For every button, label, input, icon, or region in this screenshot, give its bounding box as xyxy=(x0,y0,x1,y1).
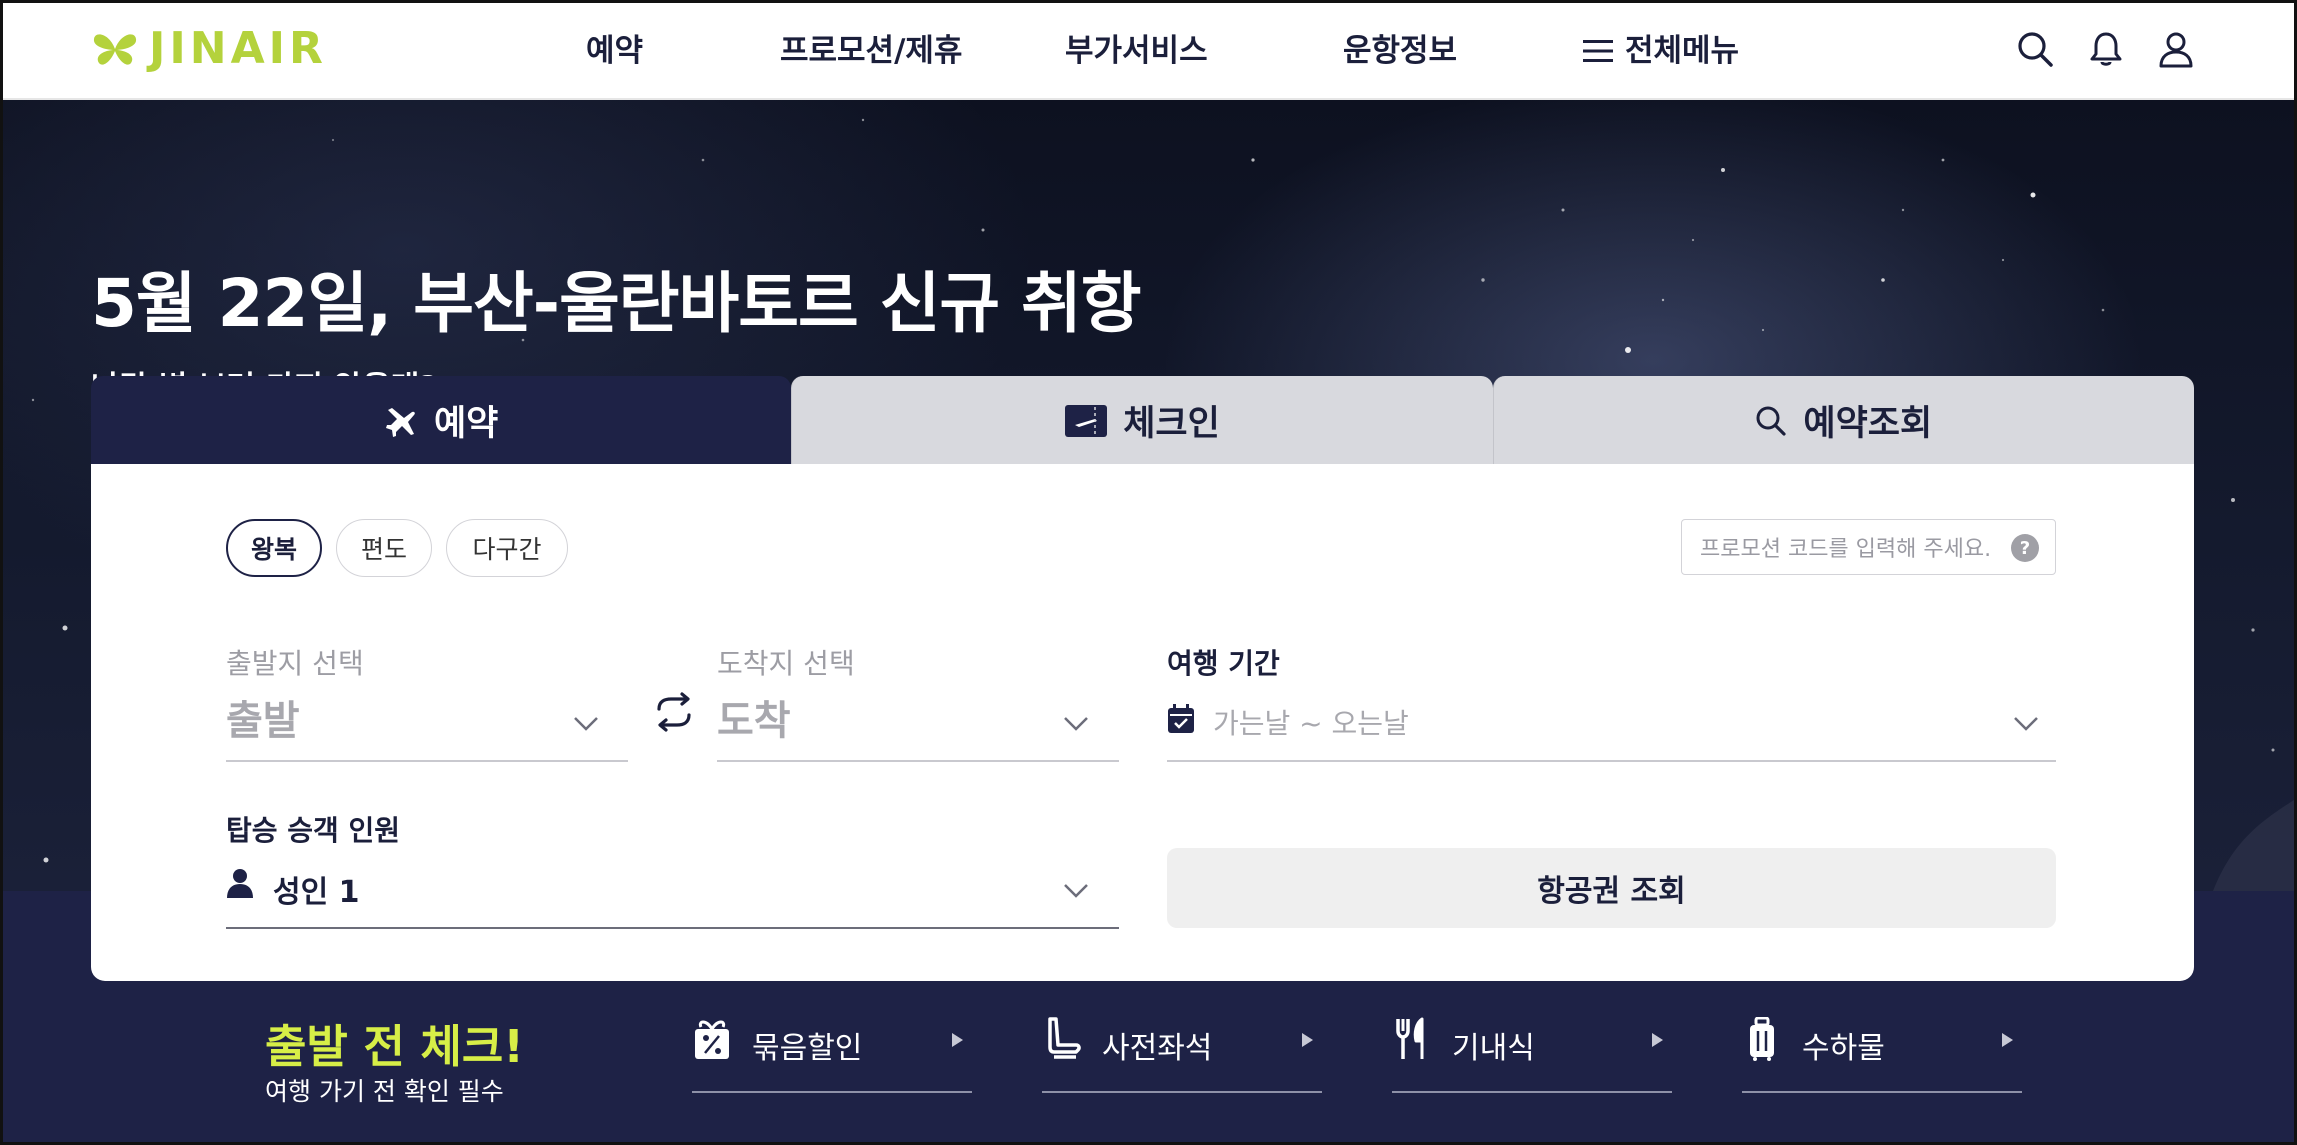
chevron-down-icon xyxy=(2014,717,2038,731)
departure-underline xyxy=(226,760,628,762)
discount-gift-icon xyxy=(695,1020,729,1059)
swap-route-icon[interactable] xyxy=(653,691,695,733)
calendar-icon xyxy=(1168,704,1194,733)
search-icon xyxy=(1756,406,1787,436)
person-icon xyxy=(227,869,253,898)
bell-icon[interactable] xyxy=(2086,29,2126,69)
luggage-icon xyxy=(1750,1017,1774,1061)
service-underline xyxy=(1392,1091,1672,1093)
search-flights-button[interactable]: 항공권 조회 xyxy=(1167,848,2056,928)
tab-lookup-label: 예약조회 xyxy=(1803,404,1933,444)
logo-wordmark: JINAIR xyxy=(149,23,327,74)
nav-additional-service[interactable]: 부가서비스 xyxy=(1065,27,1208,75)
passenger-value: 성인 1 xyxy=(273,875,360,910)
hamburger-icon xyxy=(1583,40,1613,62)
arrival-value: 도착 xyxy=(717,698,791,744)
caret-right-icon xyxy=(2002,1033,2013,1047)
nav-all-menu-label: 전체메뉴 xyxy=(1625,33,1740,69)
pre-check-title: 출발 전 체크! xyxy=(265,1020,524,1073)
service-underline xyxy=(692,1091,972,1093)
caret-right-icon xyxy=(1652,1033,1663,1047)
jinair-logo[interactable]: JINAIR xyxy=(91,27,327,71)
nav-promotion[interactable]: 프로모션/제휴 xyxy=(780,27,962,75)
trip-type-oneway[interactable]: 편도 xyxy=(336,519,432,577)
airplane-icon xyxy=(385,407,415,437)
service-baggage[interactable]: 수하물 xyxy=(1742,1013,2022,1093)
trip-type-selector: 왕복 편도 다구간 xyxy=(226,519,568,577)
booking-panel: 왕복 편도 다구간 프로모션 코드를 입력해 주세요. ? 출발지 선택 출발 … xyxy=(91,464,2194,981)
nav-flight-info[interactable]: 운항정보 xyxy=(1343,27,1457,75)
trip-type-roundtrip[interactable]: 왕복 xyxy=(226,519,322,577)
chevron-down-icon xyxy=(574,717,598,731)
passenger-label: 탑승 승객 인원 xyxy=(226,814,401,847)
service-seat-selection[interactable]: 사전좌석 xyxy=(1042,1013,1322,1093)
butterfly-logo-icon xyxy=(93,34,137,65)
nav-reservation[interactable]: 예약 xyxy=(586,27,643,75)
tab-reservation[interactable]: 예약 xyxy=(91,376,792,465)
caret-right-icon xyxy=(952,1033,963,1047)
service-inflight-meal[interactable]: 기내식 xyxy=(1392,1013,1672,1093)
chevron-down-icon xyxy=(1064,717,1088,731)
arrival-underline xyxy=(717,760,1119,762)
caret-right-icon xyxy=(1302,1033,1313,1047)
seat-icon xyxy=(1048,1017,1081,1059)
service-underline xyxy=(1742,1091,2022,1093)
site-header: JINAIR 예약 프로모션/제휴 부가서비스 운항정보 전체메뉴 xyxy=(3,3,2294,100)
service-bundle-label: 묶음할인 xyxy=(752,1031,863,1066)
chevron-down-icon xyxy=(1064,884,1088,898)
arrival-label: 도착지 선택 xyxy=(717,647,855,680)
service-meal-label: 기내식 xyxy=(1452,1031,1535,1066)
tab-checkin[interactable]: 체크인 xyxy=(791,376,1493,465)
pre-check-subtitle: 여행 가기 전 확인 필수 xyxy=(265,1077,504,1106)
booking-tabs: 예약 체크인 예약조회 xyxy=(91,376,2194,465)
travel-period-value: 가는날 ~ 오는날 xyxy=(1213,707,1409,740)
nav-all-menu[interactable]: 전체메뉴 xyxy=(1583,27,1739,75)
departure-label: 출발지 선택 xyxy=(226,647,364,680)
tab-reservation-lookup[interactable]: 예약조회 xyxy=(1492,376,2194,465)
service-seat-label: 사전좌석 xyxy=(1102,1031,1213,1066)
tab-reservation-label: 예약 xyxy=(433,404,499,444)
travel-period-underline xyxy=(1167,760,2056,762)
departure-value: 출발 xyxy=(226,698,300,744)
service-bundle-discount[interactable]: 묶음할인 xyxy=(692,1013,972,1093)
promo-code-input[interactable]: 프로모션 코드를 입력해 주세요. ? xyxy=(1681,519,2056,575)
trip-type-multicity[interactable]: 다구간 xyxy=(446,519,568,577)
service-underline xyxy=(1042,1091,1322,1093)
user-icon[interactable] xyxy=(2156,29,2196,69)
search-icon[interactable] xyxy=(2015,29,2055,69)
boarding-pass-icon xyxy=(1065,404,1108,437)
fork-knife-icon xyxy=(1396,1017,1424,1059)
promo-code-placeholder: 프로모션 코드를 입력해 주세요. xyxy=(1700,537,1992,562)
service-baggage-label: 수하물 xyxy=(1802,1031,1885,1066)
passenger-underline xyxy=(226,927,1119,929)
hero-title: 5월 22일, 부산-울란바토르 신규 취항 xyxy=(91,265,1142,342)
tab-checkin-label: 체크인 xyxy=(1123,404,1220,444)
travel-period-label: 여행 기간 xyxy=(1167,647,1280,680)
help-icon[interactable]: ? xyxy=(2011,534,2039,562)
